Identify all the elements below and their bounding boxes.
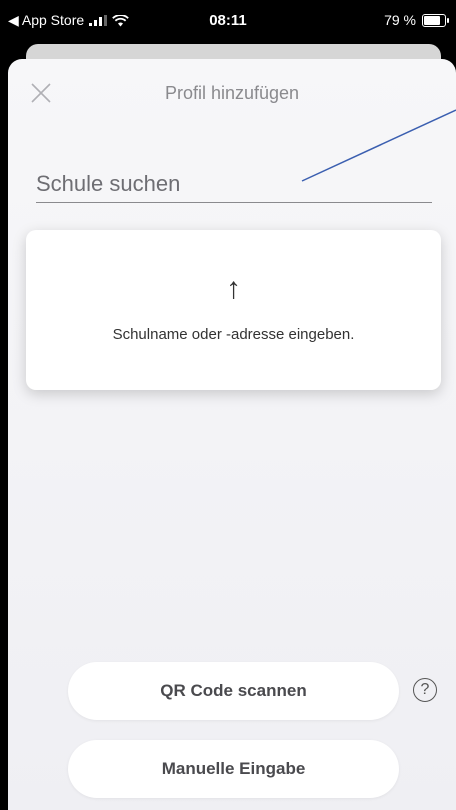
search-hint-card: ↑ Schulname oder -adresse eingeben. xyxy=(26,230,441,390)
battery-icon xyxy=(422,13,449,27)
manual-entry-button[interactable]: Manuelle Eingabe xyxy=(68,740,399,798)
search-input[interactable] xyxy=(36,166,432,202)
status-bar: ◀ App Store 08:11 79 % xyxy=(0,0,456,44)
school-search-field[interactable] xyxy=(36,166,432,203)
arrow-up-icon: ↑ xyxy=(226,272,241,305)
page-title: Profil hinzufügen xyxy=(164,83,300,103)
qr-scan-button[interactable]: QR Code scannen xyxy=(68,662,399,720)
battery-percent: 79 % xyxy=(384,12,416,28)
question-circle-icon[interactable]: ? xyxy=(413,678,437,702)
add-profile-sheet: Profil hinzufügen ↑ Schulname oder -adre… xyxy=(8,59,456,810)
search-hint-text: Schulname oder -adresse eingeben. xyxy=(112,326,355,343)
battery-status: 79 % xyxy=(384,12,449,28)
